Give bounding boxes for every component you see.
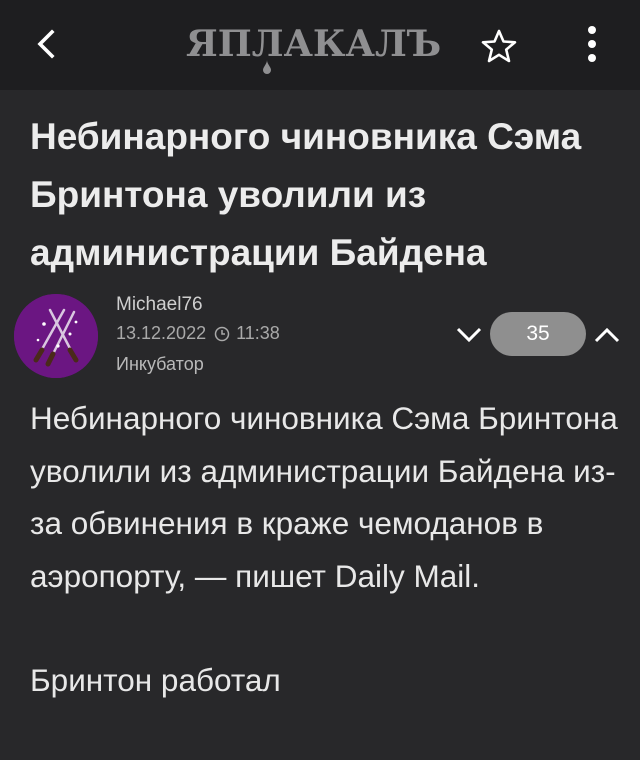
back-button[interactable] <box>26 22 70 66</box>
post-paragraph: Бринтон работал <box>30 662 281 698</box>
post-time: 11:38 <box>236 323 280 343</box>
avatar-image <box>14 294 98 378</box>
rating-badge: 35 <box>490 312 586 356</box>
post-category[interactable]: Инкубатор <box>116 354 204 375</box>
post-body: Небинарного чиновника Сэма Бринтона увол… <box>30 392 620 707</box>
post-title[interactable]: Небинарного чиновника Сэма Бринтона увол… <box>30 108 620 282</box>
author-avatar[interactable] <box>14 294 98 378</box>
post-meta: 13.12.2022 11:38 <box>116 323 280 344</box>
chevron-up-icon <box>594 327 620 343</box>
clock-icon <box>214 326 230 341</box>
vote-down-button[interactable] <box>452 320 486 350</box>
star-outline-icon <box>481 29 517 63</box>
menu-button[interactable] <box>580 22 604 66</box>
site-logo[interactable]: ЯПЛАКАЛЪ <box>186 22 441 66</box>
favorite-button[interactable] <box>480 28 518 64</box>
chevron-left-icon <box>37 29 55 59</box>
chevron-down-icon <box>456 327 482 343</box>
post-date: 13.12.2022 <box>116 323 207 343</box>
author-name[interactable]: Michael76 <box>116 294 203 316</box>
vote-up-button[interactable] <box>590 320 624 350</box>
top-bar: ЯПЛАКАЛЪ <box>0 0 640 90</box>
more-vertical-icon <box>588 26 596 62</box>
logo-drop-icon <box>263 60 271 74</box>
post-paragraph: Небинарного чиновника Сэма Бринтона увол… <box>30 400 618 594</box>
